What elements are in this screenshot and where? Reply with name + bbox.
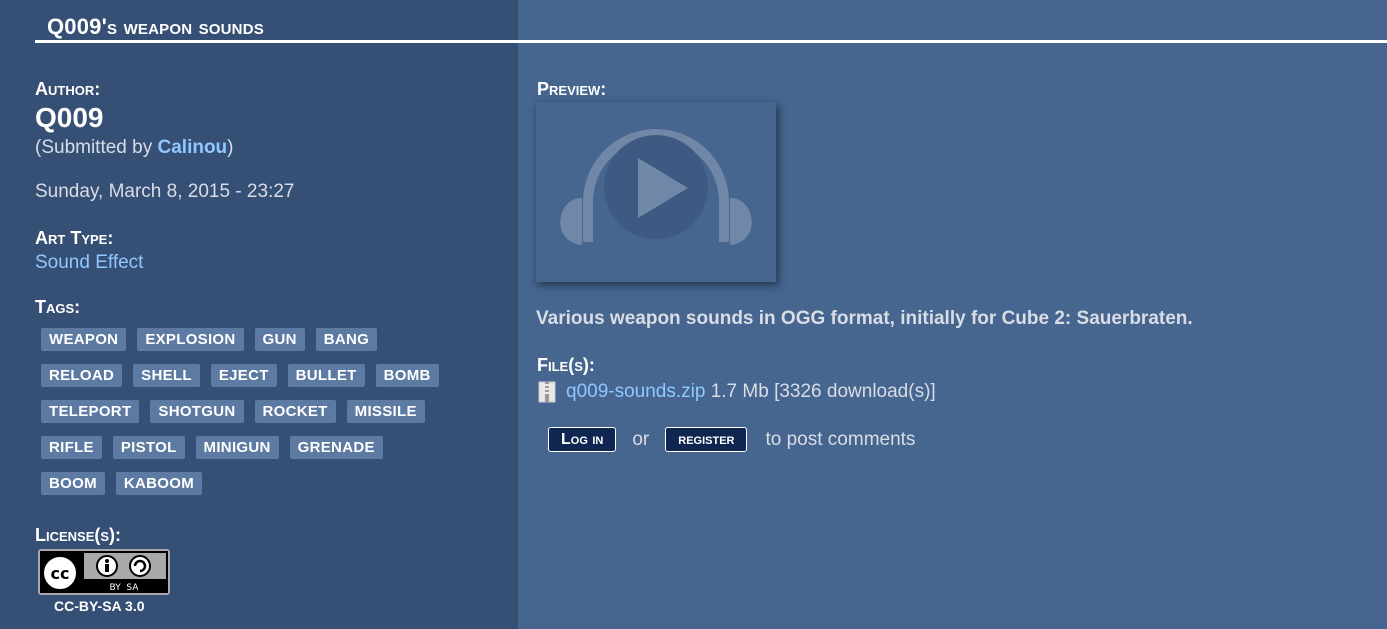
tag-teleport[interactable]: TELEPORT (41, 400, 140, 423)
cc-license-icon: cc BY SA (40, 551, 168, 593)
headphones-play-icon (560, 129, 752, 245)
svg-text:cc: cc (51, 564, 70, 583)
tag-boom[interactable]: BOOM (41, 472, 105, 495)
register-button[interactable]: register (665, 427, 748, 452)
title-bar: Q009's weapon sounds (35, 0, 1387, 44)
tag-explosion[interactable]: EXPLOSION (137, 328, 244, 351)
art-type-link[interactable]: Sound Effect (35, 252, 143, 274)
tag-weapon[interactable]: WEAPON (41, 328, 127, 351)
or-text: or (632, 428, 650, 450)
tag-row: RELOAD SHELL EJECT BULLET BOMB (41, 364, 501, 387)
audio-preview[interactable] (536, 102, 776, 282)
tags-label: Tags: (35, 297, 81, 317)
tag-missile[interactable]: MISSILE (346, 400, 425, 423)
tag-row: BOOM KABOOM (41, 472, 501, 495)
cc-badge-text: BY SA (110, 583, 140, 593)
tag-bullet[interactable]: BULLET (287, 364, 365, 387)
submitted-prefix: (Submitted by (35, 137, 158, 158)
tag-row: TELEPORT SHOTGUN ROCKET MISSILE (41, 400, 501, 423)
license-label: License(s): (35, 525, 122, 545)
author-name: Q009 (35, 102, 104, 133)
tag-rocket[interactable]: ROCKET (254, 400, 336, 423)
submission-date: Sunday, March 8, 2015 - 23:27 (35, 181, 295, 202)
post-comments-text: to post comments (765, 428, 916, 450)
login-button[interactable]: Log in (548, 427, 617, 452)
title-divider (35, 40, 1387, 43)
tag-gun[interactable]: GUN (254, 328, 305, 351)
tag-list: WEAPON EXPLOSION GUN BANG RELOAD SHELL E… (41, 328, 501, 508)
tag-bang[interactable]: BANG (315, 328, 378, 351)
files-label: File(s): (537, 355, 595, 375)
submitted-suffix: ) (227, 137, 234, 158)
license-name: CC-BY-SA 3.0 (54, 598, 145, 614)
page-title: Q009's weapon sounds (47, 14, 264, 39)
preview-label: Preview: (537, 79, 607, 99)
tag-shell[interactable]: SHELL (133, 364, 200, 387)
tag-rifle[interactable]: RIFLE (41, 436, 102, 459)
tag-eject[interactable]: EJECT (210, 364, 277, 387)
tag-shotgun[interactable]: SHOTGUN (150, 400, 244, 423)
tag-grenade[interactable]: GRENADE (289, 436, 383, 459)
tag-minigun[interactable]: MINIGUN (195, 436, 279, 459)
submitted-by: (Submitted by Calinou) (35, 137, 234, 159)
tag-row: WEAPON EXPLOSION GUN BANG (41, 328, 501, 351)
download-link[interactable]: q009-sounds.zip (566, 381, 705, 403)
comment-prompt: Log in or register to post comments (548, 427, 915, 452)
tag-reload[interactable]: RELOAD (41, 364, 123, 387)
tag-bomb[interactable]: BOMB (375, 364, 439, 387)
tag-pistol[interactable]: PISTOL (112, 436, 185, 459)
file-info: 1.7 Mb [3326 download(s)] (705, 381, 936, 402)
file-row: q009-sounds.zip 1.7 Mb [3326 download(s)… (538, 381, 936, 403)
tag-kaboom[interactable]: KABOOM (115, 472, 203, 495)
cc-by-sa-badge[interactable]: cc BY SA (38, 549, 170, 595)
submitter-link[interactable]: Calinou (158, 137, 228, 158)
art-type-label: Art Type: (35, 228, 114, 248)
zip-file-icon (538, 381, 556, 403)
tag-row: RIFLE PISTOL MINIGUN GRENADE (41, 436, 501, 459)
asset-description: Various weapon sounds in OGG format, ini… (536, 308, 1193, 329)
author-label: Author: (35, 79, 101, 99)
